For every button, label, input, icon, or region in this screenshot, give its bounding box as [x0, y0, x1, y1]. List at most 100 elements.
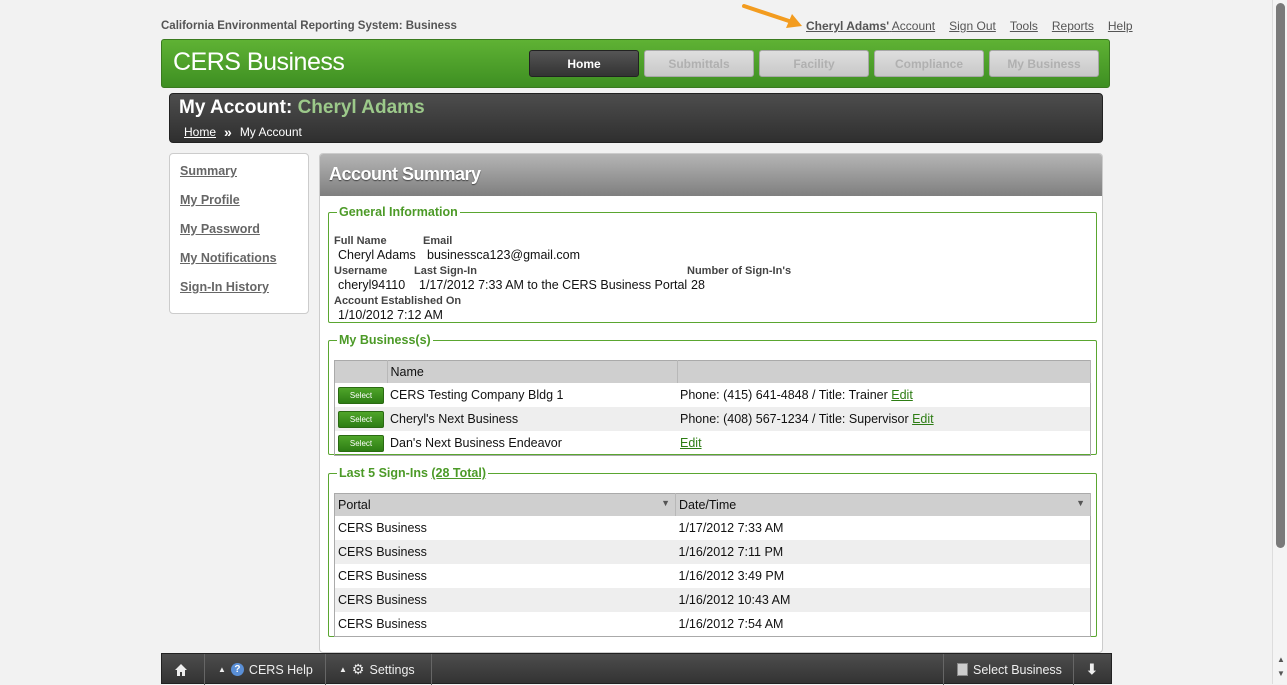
collapse-toolbar-button[interactable]: ⬇ — [1086, 654, 1098, 685]
help-icon: ? — [230, 663, 244, 676]
datetime-column-label: Date/Time — [679, 498, 737, 512]
vertical-scrollbar[interactable]: ▲ ▼ — [1272, 0, 1287, 684]
my-businesses-legend: My Business(s) — [339, 333, 431, 347]
my-businesses-section: My Business(s) Name Select CERS Testing … — [328, 333, 1097, 456]
email-label: Email — [423, 235, 453, 247]
help-link[interactable]: Help — [1108, 19, 1133, 33]
breadcrumb-current: My Account — [239, 125, 302, 139]
datetime-cell: 1/16/2012 7:54 AM — [678, 617, 784, 631]
tools-link[interactable]: Tools — [1010, 19, 1038, 33]
expand-up-icon: ▲ — [218, 665, 226, 674]
businesses-select-column-header — [334, 360, 388, 383]
last-signins-legend-text: Last 5 Sign-Ins — [339, 466, 428, 480]
sidebar-item-my-notifications[interactable]: My Notifications — [180, 249, 298, 278]
businesses-name-column-header: Name — [387, 360, 678, 383]
last-signins-legend: Last 5 Sign-Ins (28 Total) — [337, 466, 488, 480]
signins-table: Portal ▼ Date/Time ▼ CERS Business 1/17/20… — [334, 493, 1091, 637]
businesses-info-column-header — [677, 360, 1091, 383]
business-name-cell: CERS Testing Company Bldg 1 — [390, 388, 564, 402]
table-row: CERS Business 1/16/2012 3:49 PM — [335, 564, 1091, 588]
portal-column-label: Portal — [338, 498, 371, 512]
settings-label: Settings — [369, 662, 415, 677]
datetime-cell: 1/16/2012 3:49 PM — [678, 569, 785, 583]
businesses-header-row: Name — [334, 360, 1091, 383]
scroll-down-icon[interactable]: ▼ — [1277, 669, 1285, 678]
table-row: CERS Business 1/16/2012 7:11 PM — [334, 540, 1091, 564]
table-row: Select Dan's Next Business Endeavor Edit — [335, 431, 1091, 456]
last-signin-label: Last Sign-In — [414, 265, 477, 277]
sign-out-link[interactable]: Sign Out — [949, 19, 996, 33]
select-business-button[interactable]: Select — [338, 386, 384, 404]
edit-business-link[interactable]: Edit — [680, 436, 702, 450]
sidebar-item-sign-in-history[interactable]: Sign-In History — [180, 278, 298, 307]
table-row: CERS Business 1/16/2012 7:54 AM — [335, 612, 1091, 637]
scroll-up-icon[interactable]: ▲ — [1277, 655, 1285, 664]
account-link-suffix: Account — [891, 19, 936, 33]
nav-facility-button[interactable]: Facility — [759, 50, 869, 77]
last-signin-value: 1/17/2012 7:33 AM to the CERS Business P… — [419, 278, 688, 292]
portal-cell: CERS Business — [338, 569, 427, 583]
business-info-cell: Edit — [677, 431, 1091, 456]
bottom-toolbar: ▲ ? CERS Help ▲ ⚙ Settings Select Busine… — [161, 653, 1112, 685]
breadcrumb: Home » My Account — [184, 124, 302, 140]
business-name-cell: Dan's Next Business Endeavor — [390, 436, 562, 450]
page-title: My Account: Cheryl Adams — [179, 97, 425, 119]
table-row: CERS Business 1/16/2012 10:43 AM — [334, 588, 1091, 612]
settings-button[interactable]: ▲ ⚙ Settings — [339, 654, 415, 685]
nav-home-button[interactable]: Home — [529, 50, 639, 77]
sidebar-item-my-profile[interactable]: My Profile — [180, 191, 298, 220]
portal-cell: CERS Business — [338, 521, 427, 535]
filter-icon[interactable]: ▼ — [1076, 498, 1085, 508]
double-chevron-down-icon: ⬇ — [1086, 661, 1098, 677]
filter-icon[interactable]: ▼ — [661, 498, 670, 508]
select-business-button-bottom[interactable]: Select Business — [957, 654, 1062, 685]
username-value: cheryl94110 — [338, 278, 406, 292]
sidebar-item-summary[interactable]: Summary — [180, 162, 298, 191]
business-info-cell: Phone: (408) 567-1234 / Title: Superviso… — [677, 407, 1091, 431]
select-business-button[interactable]: Select — [338, 410, 384, 428]
signins-header-row: Portal ▼ Date/Time ▼ — [334, 493, 1091, 516]
cers-help-button[interactable]: ▲ ? CERS Help — [218, 654, 313, 685]
business-name-cell: Cheryl's Next Business — [387, 407, 677, 431]
last-signins-section: Last 5 Sign-Ins (28 Total) Portal ▼ Date/… — [328, 466, 1097, 637]
num-signins-label: Number of Sign-In's — [687, 265, 792, 277]
nav-compliance-button[interactable]: Compliance — [874, 50, 984, 77]
breadcrumb-home-link[interactable]: Home — [184, 125, 216, 139]
total-signins-link[interactable]: (28 Total) — [431, 466, 486, 480]
gear-icon: ⚙ — [351, 661, 365, 677]
email-value: businessca123@gmail.com — [427, 248, 581, 262]
page-title-prefix: My Account: — [179, 97, 293, 118]
datetime-cell: 1/16/2012 7:11 PM — [675, 540, 1091, 564]
scrollbar-thumb[interactable] — [1276, 3, 1285, 548]
edit-business-link[interactable]: Edit — [891, 388, 913, 402]
home-button[interactable] — [174, 654, 188, 685]
full-name-label: Full Name — [334, 235, 387, 247]
select-business-button[interactable]: Select — [338, 434, 384, 452]
sidebar-item-my-password[interactable]: My Password — [180, 220, 298, 249]
portal-cell: CERS Business — [338, 617, 427, 631]
app-logo-text[interactable]: CERS Business — [173, 48, 345, 77]
main-panel-title: Account Summary — [329, 164, 481, 184]
edit-business-link[interactable]: Edit — [912, 412, 934, 426]
portal-cell: CERS Business — [334, 540, 676, 564]
app-header: CERS Business Home Submittals Facility C… — [161, 39, 1110, 88]
page-title-bar: My Account: Cheryl Adams Home » My Accou… — [169, 93, 1103, 143]
account-link[interactable]: Cheryl Adams' Account — [806, 19, 935, 33]
general-information-legend: General Information — [339, 205, 458, 219]
reports-link[interactable]: Reports — [1052, 19, 1094, 33]
main-panel: Account Summary General Information Full… — [319, 153, 1103, 653]
business-icon — [957, 663, 968, 676]
nav-my-business-button[interactable]: My Business — [989, 50, 1099, 77]
select-business-label: Select Business — [973, 662, 1062, 677]
sidebar: Summary My Profile My Password My Notifi… — [169, 153, 309, 314]
datetime-cell: 1/16/2012 10:43 AM — [675, 588, 1091, 612]
established-label: Account Established On — [334, 295, 462, 307]
established-value: 1/10/2012 7:12 AM — [338, 308, 443, 322]
portal-column-header[interactable]: Portal ▼ — [334, 493, 676, 516]
nav-submittals-button[interactable]: Submittals — [644, 50, 754, 77]
portal-cell: CERS Business — [334, 588, 676, 612]
breadcrumb-separator: » — [224, 124, 232, 140]
business-info-cell: Phone: (415) 641-4848 / Title: Trainer E… — [677, 383, 1091, 407]
top-links: Cheryl Adams' Account Sign Out Tools Rep… — [806, 19, 1133, 33]
datetime-column-header[interactable]: Date/Time ▼ — [675, 493, 1091, 516]
